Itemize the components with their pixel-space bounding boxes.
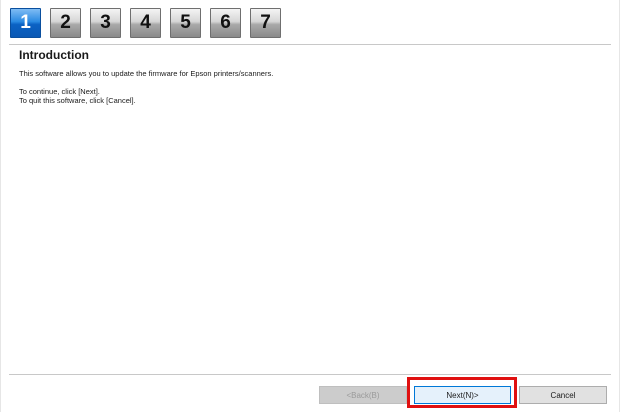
back-button[interactable]: <Back(B) — [319, 386, 407, 404]
next-button[interactable]: Next(N)> — [414, 386, 511, 404]
updater-window: 1 2 3 4 5 6 7 Introduction This software… — [0, 0, 620, 412]
step-2: 2 — [50, 8, 81, 38]
step-3: 3 — [90, 8, 121, 38]
step-5: 5 — [170, 8, 201, 38]
step-1: 1 — [10, 8, 41, 38]
cancel-button[interactable]: Cancel — [519, 386, 607, 404]
description-text: This software allows you to update the f… — [19, 69, 274, 78]
footer-divider — [9, 374, 611, 375]
step-7: 7 — [250, 8, 281, 38]
step-indicator: 1 2 3 4 5 6 7 — [10, 8, 281, 38]
step-6: 6 — [210, 8, 241, 38]
content-area: Introduction This software allows you to… — [19, 48, 601, 105]
continue-instruction: To continue, click [Next]. — [19, 87, 100, 96]
step-4: 4 — [130, 8, 161, 38]
header-divider — [9, 44, 611, 45]
quit-instruction: To quit this software, click [Cancel]. — [19, 96, 136, 105]
page-title: Introduction — [19, 48, 89, 62]
